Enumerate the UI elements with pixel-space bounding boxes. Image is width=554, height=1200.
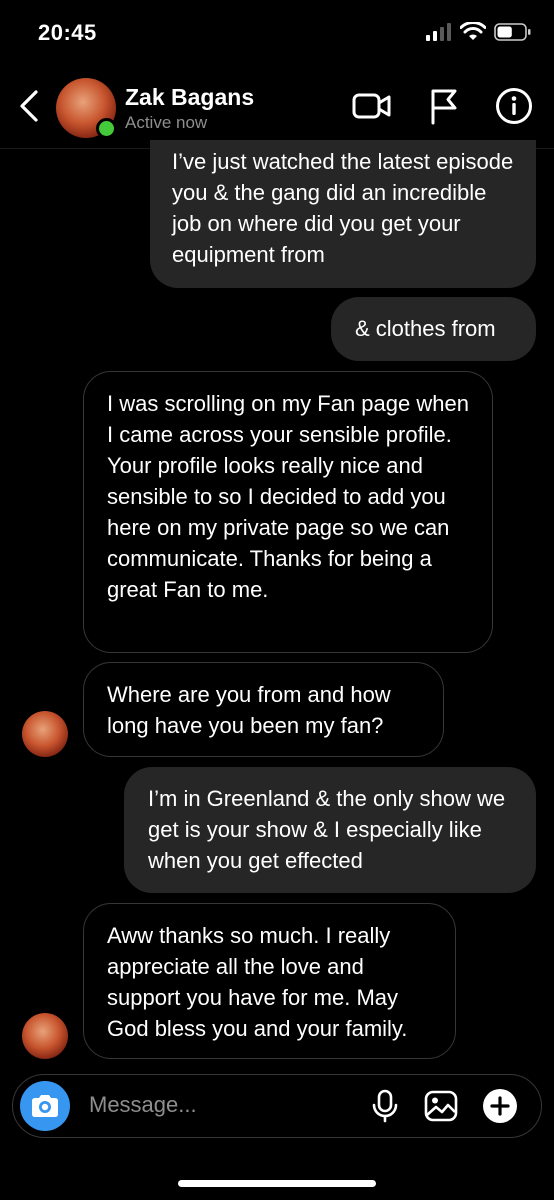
add-plus-icon[interactable]: [481, 1087, 519, 1125]
cellular-signal-icon: [426, 23, 451, 41]
status-icons: [426, 22, 532, 42]
camera-button[interactable]: [20, 1081, 70, 1131]
sender-avatar[interactable]: [22, 711, 68, 757]
contact-name[interactable]: Zak Bagans: [125, 84, 254, 111]
message-bubble-sent[interactable]: I’ve just watched the latest episode you…: [150, 140, 536, 288]
sender-avatar[interactable]: [22, 1013, 68, 1059]
wifi-icon: [460, 22, 486, 40]
contact-status: Active now: [125, 113, 208, 132]
message-bubble-sent[interactable]: & clothes from: [331, 297, 536, 361]
message-composer: Message...: [12, 1074, 542, 1138]
video-call-icon[interactable]: [352, 86, 392, 126]
online-indicator: [96, 118, 117, 139]
message-bubble-received[interactable]: I was scrolling on my Fan page when I ca…: [83, 371, 493, 653]
microphone-icon[interactable]: [367, 1088, 403, 1124]
info-icon[interactable]: [494, 86, 534, 126]
home-indicator: [178, 1180, 376, 1187]
message-bubble-received[interactable]: Aww thanks so much. I really appreciate …: [83, 903, 456, 1059]
battery-icon: [494, 23, 531, 41]
message-bubble-received[interactable]: Where are you from and how long have you…: [83, 662, 444, 757]
chat-header: Zak Bagans Active now: [0, 64, 554, 149]
camera-icon: [32, 1095, 58, 1117]
gallery-icon[interactable]: [423, 1088, 459, 1124]
message-input[interactable]: Message...: [89, 1092, 197, 1118]
status-bar: 20:45: [0, 0, 554, 64]
report-flag-icon[interactable]: [424, 86, 464, 126]
back-chevron-icon[interactable]: [12, 86, 46, 126]
message-bubble-sent[interactable]: I’m in Greenland & the only show we get …: [124, 767, 536, 893]
status-time: 20:45: [38, 20, 97, 45]
